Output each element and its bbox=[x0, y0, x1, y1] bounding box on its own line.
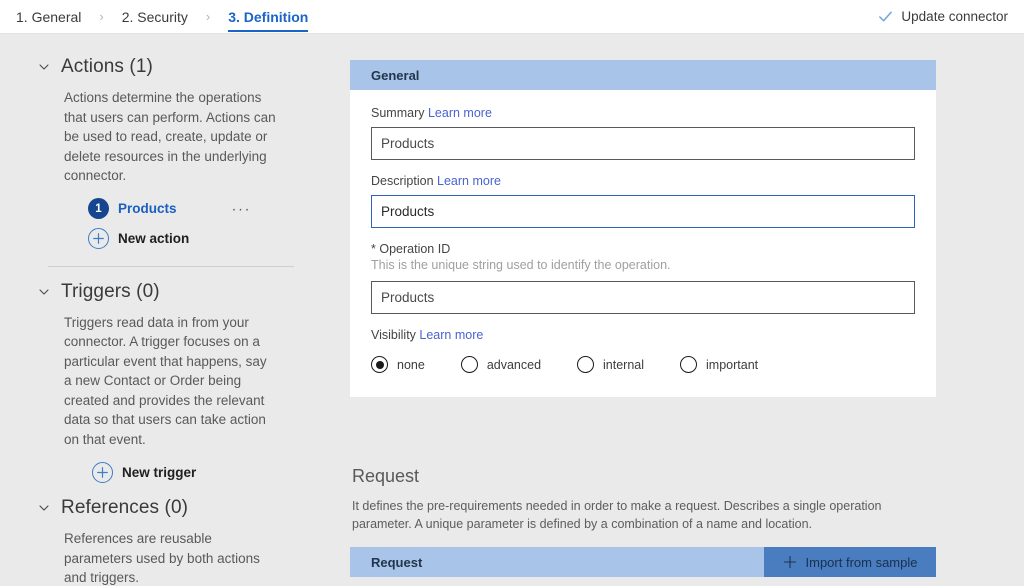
sidebar-action-item-products[interactable]: 1 Products ··· bbox=[38, 194, 306, 224]
connector-definition-page: 1. General › 2. Security › 3. Definition… bbox=[0, 0, 1024, 586]
import-from-sample-label: Import from sample bbox=[806, 555, 918, 570]
operation-id-input[interactable] bbox=[371, 281, 915, 314]
operation-id-hint: This is the unique string used to identi… bbox=[371, 258, 915, 272]
wizard-steps: 1. General › 2. Security › 3. Definition bbox=[0, 0, 316, 34]
chevron-down-icon bbox=[38, 502, 50, 514]
sidebar-section-references-title: References (0) bbox=[61, 497, 188, 519]
visibility-radio-important-label: important bbox=[706, 358, 758, 372]
wizard-step-separator-1: › bbox=[89, 0, 113, 34]
sidebar-section-actions-header[interactable]: Actions (1) bbox=[38, 56, 306, 78]
new-trigger-label: New trigger bbox=[122, 465, 196, 480]
visibility-field-group: Visibility Learn more none advanced bbox=[371, 328, 915, 373]
general-panel-body: Summary Learn more Description Learn mor… bbox=[350, 90, 936, 397]
sidebar-section-triggers-description: Triggers read data in from your connecto… bbox=[38, 313, 306, 450]
visibility-radio-advanced-label: advanced bbox=[487, 358, 541, 372]
request-section: Request It defines the pre-requirements … bbox=[350, 466, 936, 577]
summary-label-row: Summary Learn more bbox=[371, 106, 915, 120]
operation-id-label: Operation ID bbox=[379, 242, 450, 256]
chevron-down-icon bbox=[38, 61, 50, 73]
new-action-label: New action bbox=[118, 231, 189, 246]
operation-id-field-group: * Operation ID This is the unique string… bbox=[371, 242, 915, 314]
description-field-group: Description Learn more bbox=[371, 174, 915, 228]
sidebar-section-triggers-header[interactable]: Triggers (0) bbox=[38, 281, 306, 303]
description-input[interactable] bbox=[371, 195, 915, 228]
description-label: Description bbox=[371, 174, 434, 188]
active-tab-underline bbox=[228, 30, 308, 32]
chevron-down-icon bbox=[38, 286, 50, 298]
sidebar-section-references-description: References are reusable parameters used … bbox=[38, 529, 306, 586]
wizard-step-security[interactable]: 2. Security bbox=[114, 0, 196, 34]
request-section-heading: Request bbox=[352, 466, 936, 487]
plus-icon bbox=[783, 555, 797, 569]
request-bar-title-label: Request bbox=[371, 555, 422, 570]
radio-button-icon bbox=[461, 356, 478, 373]
wizard-step-security-label: 2. Security bbox=[122, 9, 188, 25]
update-connector-label: Update connector bbox=[901, 9, 1008, 24]
visibility-radio-none-label: none bbox=[397, 358, 425, 372]
sidebar-section-triggers-title: Triggers (0) bbox=[61, 281, 160, 303]
radio-button-icon bbox=[371, 356, 388, 373]
sidebar-new-action-button[interactable]: New action bbox=[38, 224, 306, 254]
update-connector-button[interactable]: Update connector bbox=[874, 5, 1012, 28]
sidebar-new-trigger-button[interactable]: New trigger bbox=[38, 457, 306, 487]
wizard-step-general[interactable]: 1. General bbox=[8, 0, 89, 34]
radio-button-icon bbox=[680, 356, 697, 373]
plus-circle-icon bbox=[88, 228, 109, 249]
wizard-topbar: 1. General › 2. Security › 3. Definition… bbox=[0, 0, 1024, 34]
action-item-label: Products bbox=[118, 201, 177, 216]
sidebar-section-references-header[interactable]: References (0) bbox=[38, 497, 306, 519]
visibility-radio-internal[interactable]: internal bbox=[577, 356, 644, 373]
summary-learn-more-link[interactable]: Learn more bbox=[428, 106, 492, 120]
visibility-radio-internal-label: internal bbox=[603, 358, 644, 372]
action-index-badge: 1 bbox=[88, 198, 109, 219]
summary-label: Summary bbox=[371, 106, 424, 120]
request-section-description: It defines the pre-requirements needed i… bbox=[352, 497, 897, 533]
summary-input[interactable] bbox=[371, 127, 915, 160]
visibility-label-row: Visibility Learn more bbox=[371, 328, 915, 342]
description-label-row: Description Learn more bbox=[371, 174, 915, 188]
action-item-overflow-menu-icon[interactable]: ··· bbox=[232, 201, 252, 216]
visibility-radio-group: none advanced internal important bbox=[371, 356, 915, 373]
visibility-learn-more-link[interactable]: Learn more bbox=[419, 328, 483, 342]
plus-circle-icon bbox=[92, 462, 113, 483]
general-panel: General Summary Learn more Description L… bbox=[350, 60, 936, 397]
wizard-step-definition-label: 3. Definition bbox=[228, 9, 308, 25]
sidebar-section-actions-title: Actions (1) bbox=[61, 56, 153, 78]
sidebar-section-actions-description: Actions determine the operations that us… bbox=[38, 88, 306, 186]
visibility-label: Visibility bbox=[371, 328, 416, 342]
required-marker: * bbox=[371, 242, 376, 256]
definition-sidebar: Actions (1) Actions determine the operat… bbox=[0, 34, 330, 586]
wizard-step-separator-2: › bbox=[196, 0, 220, 34]
definition-main-content: General Summary Learn more Description L… bbox=[330, 34, 1024, 586]
visibility-radio-none[interactable]: none bbox=[371, 356, 425, 373]
radio-button-icon bbox=[577, 356, 594, 373]
import-from-sample-button[interactable]: Import from sample bbox=[764, 547, 936, 577]
request-bar-title: Request bbox=[350, 547, 764, 577]
general-panel-header-label: General bbox=[371, 68, 419, 83]
topbar-actions: Update connector bbox=[874, 0, 1024, 34]
wizard-step-general-label: 1. General bbox=[16, 9, 81, 25]
operation-id-label-row: * Operation ID bbox=[371, 242, 915, 256]
visibility-radio-advanced[interactable]: advanced bbox=[461, 356, 541, 373]
visibility-radio-important[interactable]: important bbox=[680, 356, 758, 373]
general-panel-header: General bbox=[350, 60, 936, 90]
check-icon bbox=[878, 9, 893, 24]
wizard-step-definition[interactable]: 3. Definition bbox=[220, 0, 316, 34]
sidebar-divider bbox=[48, 266, 294, 267]
request-bar: Request Import from sample bbox=[350, 547, 936, 577]
description-learn-more-link[interactable]: Learn more bbox=[437, 174, 501, 188]
summary-field-group: Summary Learn more bbox=[371, 106, 915, 160]
